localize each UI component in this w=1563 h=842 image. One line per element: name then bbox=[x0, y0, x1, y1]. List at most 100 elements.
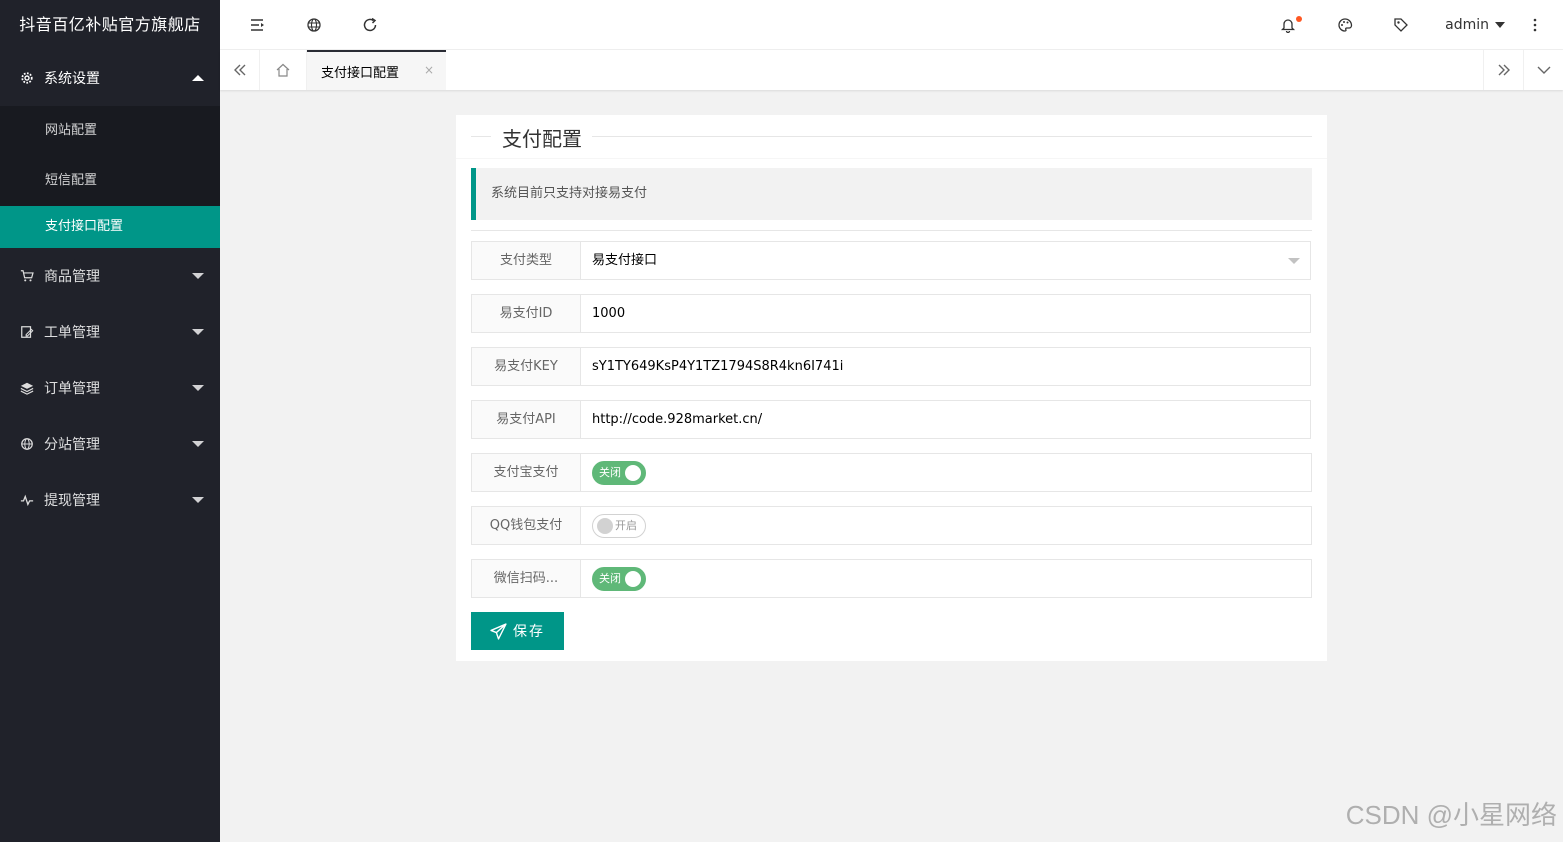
tabs-menu-button[interactable] bbox=[1523, 50, 1563, 90]
menu-fold-icon bbox=[251, 19, 264, 31]
collapse-sidebar-button[interactable] bbox=[238, 0, 278, 50]
tabs-scroll-left-button[interactable] bbox=[220, 50, 260, 90]
globe-icon bbox=[307, 18, 321, 32]
divider bbox=[471, 230, 1312, 231]
tabs-bar: 支付接口配置 × bbox=[220, 50, 1563, 90]
wechat-row: 微信扫码... 关闭 bbox=[471, 559, 1312, 598]
notification-dot bbox=[1296, 16, 1302, 22]
home-tab[interactable] bbox=[260, 50, 307, 90]
palette-icon bbox=[1338, 18, 1353, 32]
sidebar-item-label: 订单管理 bbox=[44, 381, 100, 397]
sidebar-item-system-settings[interactable]: 系统设置 bbox=[0, 50, 220, 106]
sidebar: 抖音百亿补贴官方旗舰店 系统设置 网站配置 短信配置 支付接口配置 商品管理 工… bbox=[0, 0, 220, 842]
caret-down-icon bbox=[192, 329, 204, 335]
qqpay-toggle[interactable]: 开启 bbox=[592, 514, 646, 538]
epay-key-row: 易支付KEY sY1TY649KsP4Y1TZ1794S8R4kn6I741i bbox=[471, 347, 1311, 386]
home-icon bbox=[276, 63, 290, 77]
epay-api-input[interactable]: http://code.928market.cn/ bbox=[592, 401, 762, 438]
cart-icon bbox=[20, 269, 34, 283]
sidebar-item-label: 提现管理 bbox=[44, 493, 100, 509]
payment-config-card: 支付配置 系统目前只支持对接易支付 支付类型 易支付接口 易支付ID 1000 … bbox=[456, 115, 1327, 661]
sidebar-subitem-sms-config[interactable]: 短信配置 bbox=[0, 156, 220, 206]
caret-down-icon bbox=[192, 441, 204, 447]
refresh-icon bbox=[363, 17, 377, 32]
chevron-down-icon bbox=[1537, 66, 1550, 74]
field-label: 支付类型 bbox=[472, 242, 581, 279]
username: admin bbox=[1445, 17, 1489, 33]
tabs-scroll-right-button[interactable] bbox=[1483, 50, 1523, 90]
epay-key-input[interactable]: sY1TY649KsP4Y1TZ1794S8R4kn6I741i bbox=[592, 348, 843, 385]
toggle-knob bbox=[597, 518, 613, 534]
toggle-text: 关闭 bbox=[599, 572, 621, 585]
pulse-icon bbox=[20, 493, 34, 507]
save-button[interactable]: 保存 bbox=[471, 612, 564, 650]
epay-id-input[interactable]: 1000 bbox=[592, 295, 625, 332]
legend-line-left bbox=[471, 136, 491, 137]
field-label: 易支付ID bbox=[472, 295, 581, 332]
save-label: 保存 bbox=[513, 623, 545, 639]
more-vertical-icon bbox=[1533, 18, 1537, 32]
website-button[interactable] bbox=[294, 0, 334, 50]
sidebar-item-tickets[interactable]: 工单管理 bbox=[0, 304, 220, 360]
refresh-button[interactable] bbox=[350, 0, 390, 50]
caret-down-icon bbox=[192, 497, 204, 503]
field-label: QQ钱包支付 bbox=[472, 507, 581, 544]
card-divider bbox=[456, 158, 1327, 159]
tab-payment-config[interactable]: 支付接口配置 × bbox=[307, 50, 446, 90]
caret-down-icon bbox=[192, 385, 204, 391]
sidebar-subitem-website-config[interactable]: 网站配置 bbox=[0, 106, 220, 156]
field-label: 支付宝支付 bbox=[472, 454, 581, 491]
toggle-text: 开启 bbox=[615, 519, 637, 532]
tag-icon bbox=[1394, 18, 1408, 32]
alipay-toggle[interactable]: 关闭 bbox=[592, 461, 646, 485]
legend-line-right bbox=[592, 136, 1312, 137]
layers-icon bbox=[20, 381, 34, 395]
epay-api-row: 易支付API http://code.928market.cn/ bbox=[471, 400, 1311, 439]
sidebar-subnav: 网站配置 短信配置 支付接口配置 bbox=[0, 106, 220, 248]
caret-down-icon bbox=[192, 273, 204, 279]
field-label: 易支付KEY bbox=[472, 348, 581, 385]
card-title: 支付配置 bbox=[496, 123, 588, 152]
payment-type-select[interactable]: 易支付接口 bbox=[592, 242, 657, 279]
more-button[interactable] bbox=[1515, 0, 1555, 50]
watermark: CSDN @小星网络 bbox=[1345, 800, 1557, 830]
tag-button[interactable] bbox=[1381, 0, 1421, 50]
sidebar-item-orders[interactable]: 订单管理 bbox=[0, 360, 220, 416]
globe-icon bbox=[20, 437, 34, 451]
sidebar-item-withdrawals[interactable]: 提现管理 bbox=[0, 472, 220, 528]
tab-label: 支付接口配置 bbox=[321, 65, 400, 81]
select-arrow-icon bbox=[1288, 258, 1300, 264]
double-chevron-left-icon bbox=[233, 64, 245, 76]
payment-type-row: 支付类型 易支付接口 bbox=[471, 241, 1311, 280]
field-label: 微信扫码... bbox=[472, 560, 581, 597]
qqpay-row: QQ钱包支付 开启 bbox=[471, 506, 1312, 545]
edit-doc-icon bbox=[20, 325, 34, 339]
top-header: admin bbox=[220, 0, 1563, 50]
sidebar-item-label: 商品管理 bbox=[44, 269, 100, 285]
sidebar-item-products[interactable]: 商品管理 bbox=[0, 248, 220, 304]
send-icon bbox=[490, 622, 507, 640]
sidebar-item-label: 系统设置 bbox=[44, 71, 100, 87]
toggle-knob bbox=[625, 465, 641, 481]
sidebar-subitem-payment-config[interactable]: 支付接口配置 bbox=[0, 206, 220, 248]
caret-up-icon bbox=[192, 75, 204, 81]
toggle-knob bbox=[625, 571, 641, 587]
theme-button[interactable] bbox=[1325, 0, 1365, 50]
bell-icon bbox=[1280, 19, 1296, 33]
sidebar-item-label: 工单管理 bbox=[44, 325, 100, 341]
notifications-button[interactable] bbox=[1268, 0, 1308, 50]
field-label: 易支付API bbox=[472, 401, 581, 438]
gear-icon bbox=[20, 71, 34, 85]
wechat-toggle[interactable]: 关闭 bbox=[592, 567, 646, 591]
sidebar-item-substations[interactable]: 分站管理 bbox=[0, 416, 220, 472]
app-logo: 抖音百亿补贴官方旗舰店 bbox=[19, 15, 201, 34]
alipay-row: 支付宝支付 关闭 bbox=[471, 453, 1312, 492]
sidebar-item-label: 分站管理 bbox=[44, 437, 100, 453]
toggle-text: 关闭 bbox=[599, 466, 621, 479]
double-chevron-right-icon bbox=[1498, 64, 1510, 76]
caret-down-icon bbox=[1495, 22, 1505, 28]
user-menu[interactable]: admin bbox=[1445, 0, 1505, 50]
tab-close-icon[interactable]: × bbox=[424, 63, 434, 77]
notice-quote: 系统目前只支持对接易支付 bbox=[471, 168, 1312, 220]
epay-id-row: 易支付ID 1000 bbox=[471, 294, 1311, 333]
